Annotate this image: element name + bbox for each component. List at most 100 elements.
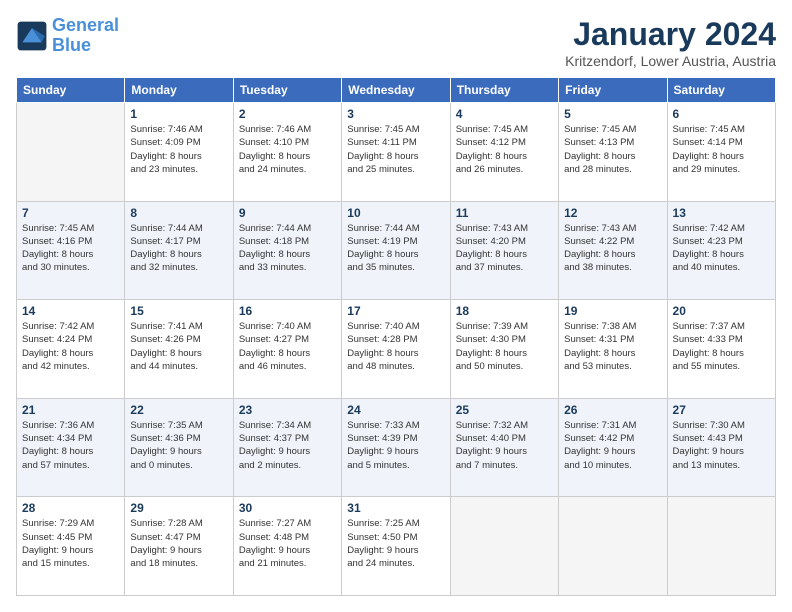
day-number: 18 — [456, 304, 553, 318]
day-number: 20 — [673, 304, 770, 318]
day-info: Sunrise: 7:38 AMSunset: 4:31 PMDaylight:… — [564, 320, 661, 373]
table-row: 19Sunrise: 7:38 AMSunset: 4:31 PMDayligh… — [559, 300, 667, 399]
day-info: Sunrise: 7:41 AMSunset: 4:26 PMDaylight:… — [130, 320, 227, 373]
day-info: Sunrise: 7:31 AMSunset: 4:42 PMDaylight:… — [564, 419, 661, 472]
table-row: 24 Sunrise: 7:33 AMSunset: 4:39 PMDayligh… — [342, 398, 450, 497]
table-row: 5Sunrise: 7:45 AMSunset: 4:13 PMDaylight… — [559, 103, 667, 202]
day-number: 2 — [239, 107, 336, 121]
day-number: 12 — [564, 206, 661, 220]
table-row: 11 Sunrise: 7:43 AMSunset: 4:20 PMDayligh… — [450, 201, 558, 300]
day-number: 11 — [456, 206, 553, 220]
table-row: 28 Sunrise: 7:29 AMSunset: 4:45 PMDayligh… — [17, 497, 125, 596]
table-row — [559, 497, 667, 596]
table-row: 25 Sunrise: 7:32 AMSunset: 4:40 PMDayligh… — [450, 398, 558, 497]
day-info: Sunrise: 7:42 AMSunset: 4:23 PMDaylight:… — [673, 222, 770, 275]
table-row: 12Sunrise: 7:43 AMSunset: 4:22 PMDayligh… — [559, 201, 667, 300]
day-info: Sunrise: 7:37 AMSunset: 4:33 PMDaylight:… — [673, 320, 770, 373]
table-row: 22 Sunrise: 7:35 AMSunset: 4:36 PMDayligh… — [125, 398, 233, 497]
table-row: 17 Sunrise: 7:40 AMSunset: 4:28 PMDayligh… — [342, 300, 450, 399]
day-number: 14 — [22, 304, 119, 318]
table-row: 13 Sunrise: 7:42 AMSunset: 4:23 PMDayligh… — [667, 201, 775, 300]
day-number: 21 — [22, 403, 119, 417]
calendar-week-row: 14Sunrise: 7:42 AMSunset: 4:24 PMDayligh… — [17, 300, 776, 399]
day-info: Sunrise: 7:40 AMSunset: 4:28 PMDaylight:… — [347, 320, 444, 373]
day-number: 10 — [347, 206, 444, 220]
col-monday: Monday — [125, 78, 233, 103]
day-info: Sunrise: 7:32 AMSunset: 4:40 PMDaylight:… — [456, 419, 553, 472]
table-row: 26Sunrise: 7:31 AMSunset: 4:42 PMDayligh… — [559, 398, 667, 497]
day-number: 16 — [239, 304, 336, 318]
table-row: 30Sunrise: 7:27 AMSunset: 4:48 PMDayligh… — [233, 497, 341, 596]
calendar-header-row: Sunday Monday Tuesday Wednesday Thursday… — [17, 78, 776, 103]
day-number: 27 — [673, 403, 770, 417]
calendar-week-row: 1 Sunrise: 7:46 AMSunset: 4:09 PMDaylight… — [17, 103, 776, 202]
day-info: Sunrise: 7:27 AMSunset: 4:48 PMDaylight:… — [239, 517, 336, 570]
day-info: Sunrise: 7:35 AMSunset: 4:36 PMDaylight:… — [130, 419, 227, 472]
day-number: 13 — [673, 206, 770, 220]
table-row: 31Sunrise: 7:25 AMSunset: 4:50 PMDayligh… — [342, 497, 450, 596]
day-info: Sunrise: 7:45 AMSunset: 4:12 PMDaylight:… — [456, 123, 553, 176]
location: Kritzendorf, Lower Austria, Austria — [565, 53, 776, 69]
table-row: 2 Sunrise: 7:46 AMSunset: 4:10 PMDaylight… — [233, 103, 341, 202]
day-number: 23 — [239, 403, 336, 417]
logo-text: General Blue — [52, 16, 119, 56]
day-number: 9 — [239, 206, 336, 220]
calendar-week-row: 7 Sunrise: 7:45 AMSunset: 4:16 PMDaylight… — [17, 201, 776, 300]
col-thursday: Thursday — [450, 78, 558, 103]
day-info: Sunrise: 7:46 AMSunset: 4:09 PMDaylight:… — [130, 123, 227, 176]
day-number: 24 — [347, 403, 444, 417]
header: General Blue January 2024 Kritzendorf, L… — [16, 16, 776, 69]
day-info: Sunrise: 7:45 AMSunset: 4:16 PMDaylight:… — [22, 222, 119, 275]
day-number: 17 — [347, 304, 444, 318]
calendar-table: Sunday Monday Tuesday Wednesday Thursday… — [16, 77, 776, 596]
logo-blue: Blue — [52, 35, 91, 55]
col-wednesday: Wednesday — [342, 78, 450, 103]
day-number: 6 — [673, 107, 770, 121]
table-row: 27 Sunrise: 7:30 AMSunset: 4:43 PMDayligh… — [667, 398, 775, 497]
day-info: Sunrise: 7:33 AMSunset: 4:39 PMDaylight:… — [347, 419, 444, 472]
table-row: 9 Sunrise: 7:44 AMSunset: 4:18 PMDaylight… — [233, 201, 341, 300]
table-row: 16 Sunrise: 7:40 AMSunset: 4:27 PMDayligh… — [233, 300, 341, 399]
day-number: 3 — [347, 107, 444, 121]
table-row: 7 Sunrise: 7:45 AMSunset: 4:16 PMDaylight… — [17, 201, 125, 300]
table-row: 3 Sunrise: 7:45 AMSunset: 4:11 PMDaylight… — [342, 103, 450, 202]
logo-icon — [16, 20, 48, 52]
calendar-week-row: 21Sunrise: 7:36 AMSunset: 4:34 PMDayligh… — [17, 398, 776, 497]
table-row — [17, 103, 125, 202]
day-info: Sunrise: 7:45 AMSunset: 4:11 PMDaylight:… — [347, 123, 444, 176]
logo-general: General — [52, 15, 119, 35]
day-number: 25 — [456, 403, 553, 417]
table-row: 8Sunrise: 7:44 AMSunset: 4:17 PMDaylight… — [125, 201, 233, 300]
day-info: Sunrise: 7:25 AMSunset: 4:50 PMDaylight:… — [347, 517, 444, 570]
day-number: 22 — [130, 403, 227, 417]
table-row: 29Sunrise: 7:28 AMSunset: 4:47 PMDayligh… — [125, 497, 233, 596]
day-info: Sunrise: 7:28 AMSunset: 4:47 PMDaylight:… — [130, 517, 227, 570]
month-year: January 2024 — [565, 16, 776, 53]
day-info: Sunrise: 7:46 AMSunset: 4:10 PMDaylight:… — [239, 123, 336, 176]
table-row: 6 Sunrise: 7:45 AMSunset: 4:14 PMDaylight… — [667, 103, 775, 202]
day-number: 7 — [22, 206, 119, 220]
day-number: 8 — [130, 206, 227, 220]
day-info: Sunrise: 7:43 AMSunset: 4:20 PMDaylight:… — [456, 222, 553, 275]
day-info: Sunrise: 7:30 AMSunset: 4:43 PMDaylight:… — [673, 419, 770, 472]
day-info: Sunrise: 7:44 AMSunset: 4:19 PMDaylight:… — [347, 222, 444, 275]
col-tuesday: Tuesday — [233, 78, 341, 103]
col-friday: Friday — [559, 78, 667, 103]
day-number: 5 — [564, 107, 661, 121]
table-row: 14Sunrise: 7:42 AMSunset: 4:24 PMDayligh… — [17, 300, 125, 399]
day-info: Sunrise: 7:44 AMSunset: 4:18 PMDaylight:… — [239, 222, 336, 275]
table-row: 15 Sunrise: 7:41 AMSunset: 4:26 PMDayligh… — [125, 300, 233, 399]
day-info: Sunrise: 7:45 AMSunset: 4:14 PMDaylight:… — [673, 123, 770, 176]
day-info: Sunrise: 7:34 AMSunset: 4:37 PMDaylight:… — [239, 419, 336, 472]
day-info: Sunrise: 7:29 AMSunset: 4:45 PMDaylight:… — [22, 517, 119, 570]
col-saturday: Saturday — [667, 78, 775, 103]
table-row: 18 Sunrise: 7:39 AMSunset: 4:30 PMDayligh… — [450, 300, 558, 399]
table-row: 4Sunrise: 7:45 AMSunset: 4:12 PMDaylight… — [450, 103, 558, 202]
day-number: 28 — [22, 501, 119, 515]
day-number: 1 — [130, 107, 227, 121]
day-number: 15 — [130, 304, 227, 318]
table-row: 20 Sunrise: 7:37 AMSunset: 4:33 PMDayligh… — [667, 300, 775, 399]
col-sunday: Sunday — [17, 78, 125, 103]
day-info: Sunrise: 7:39 AMSunset: 4:30 PMDaylight:… — [456, 320, 553, 373]
day-info: Sunrise: 7:40 AMSunset: 4:27 PMDaylight:… — [239, 320, 336, 373]
